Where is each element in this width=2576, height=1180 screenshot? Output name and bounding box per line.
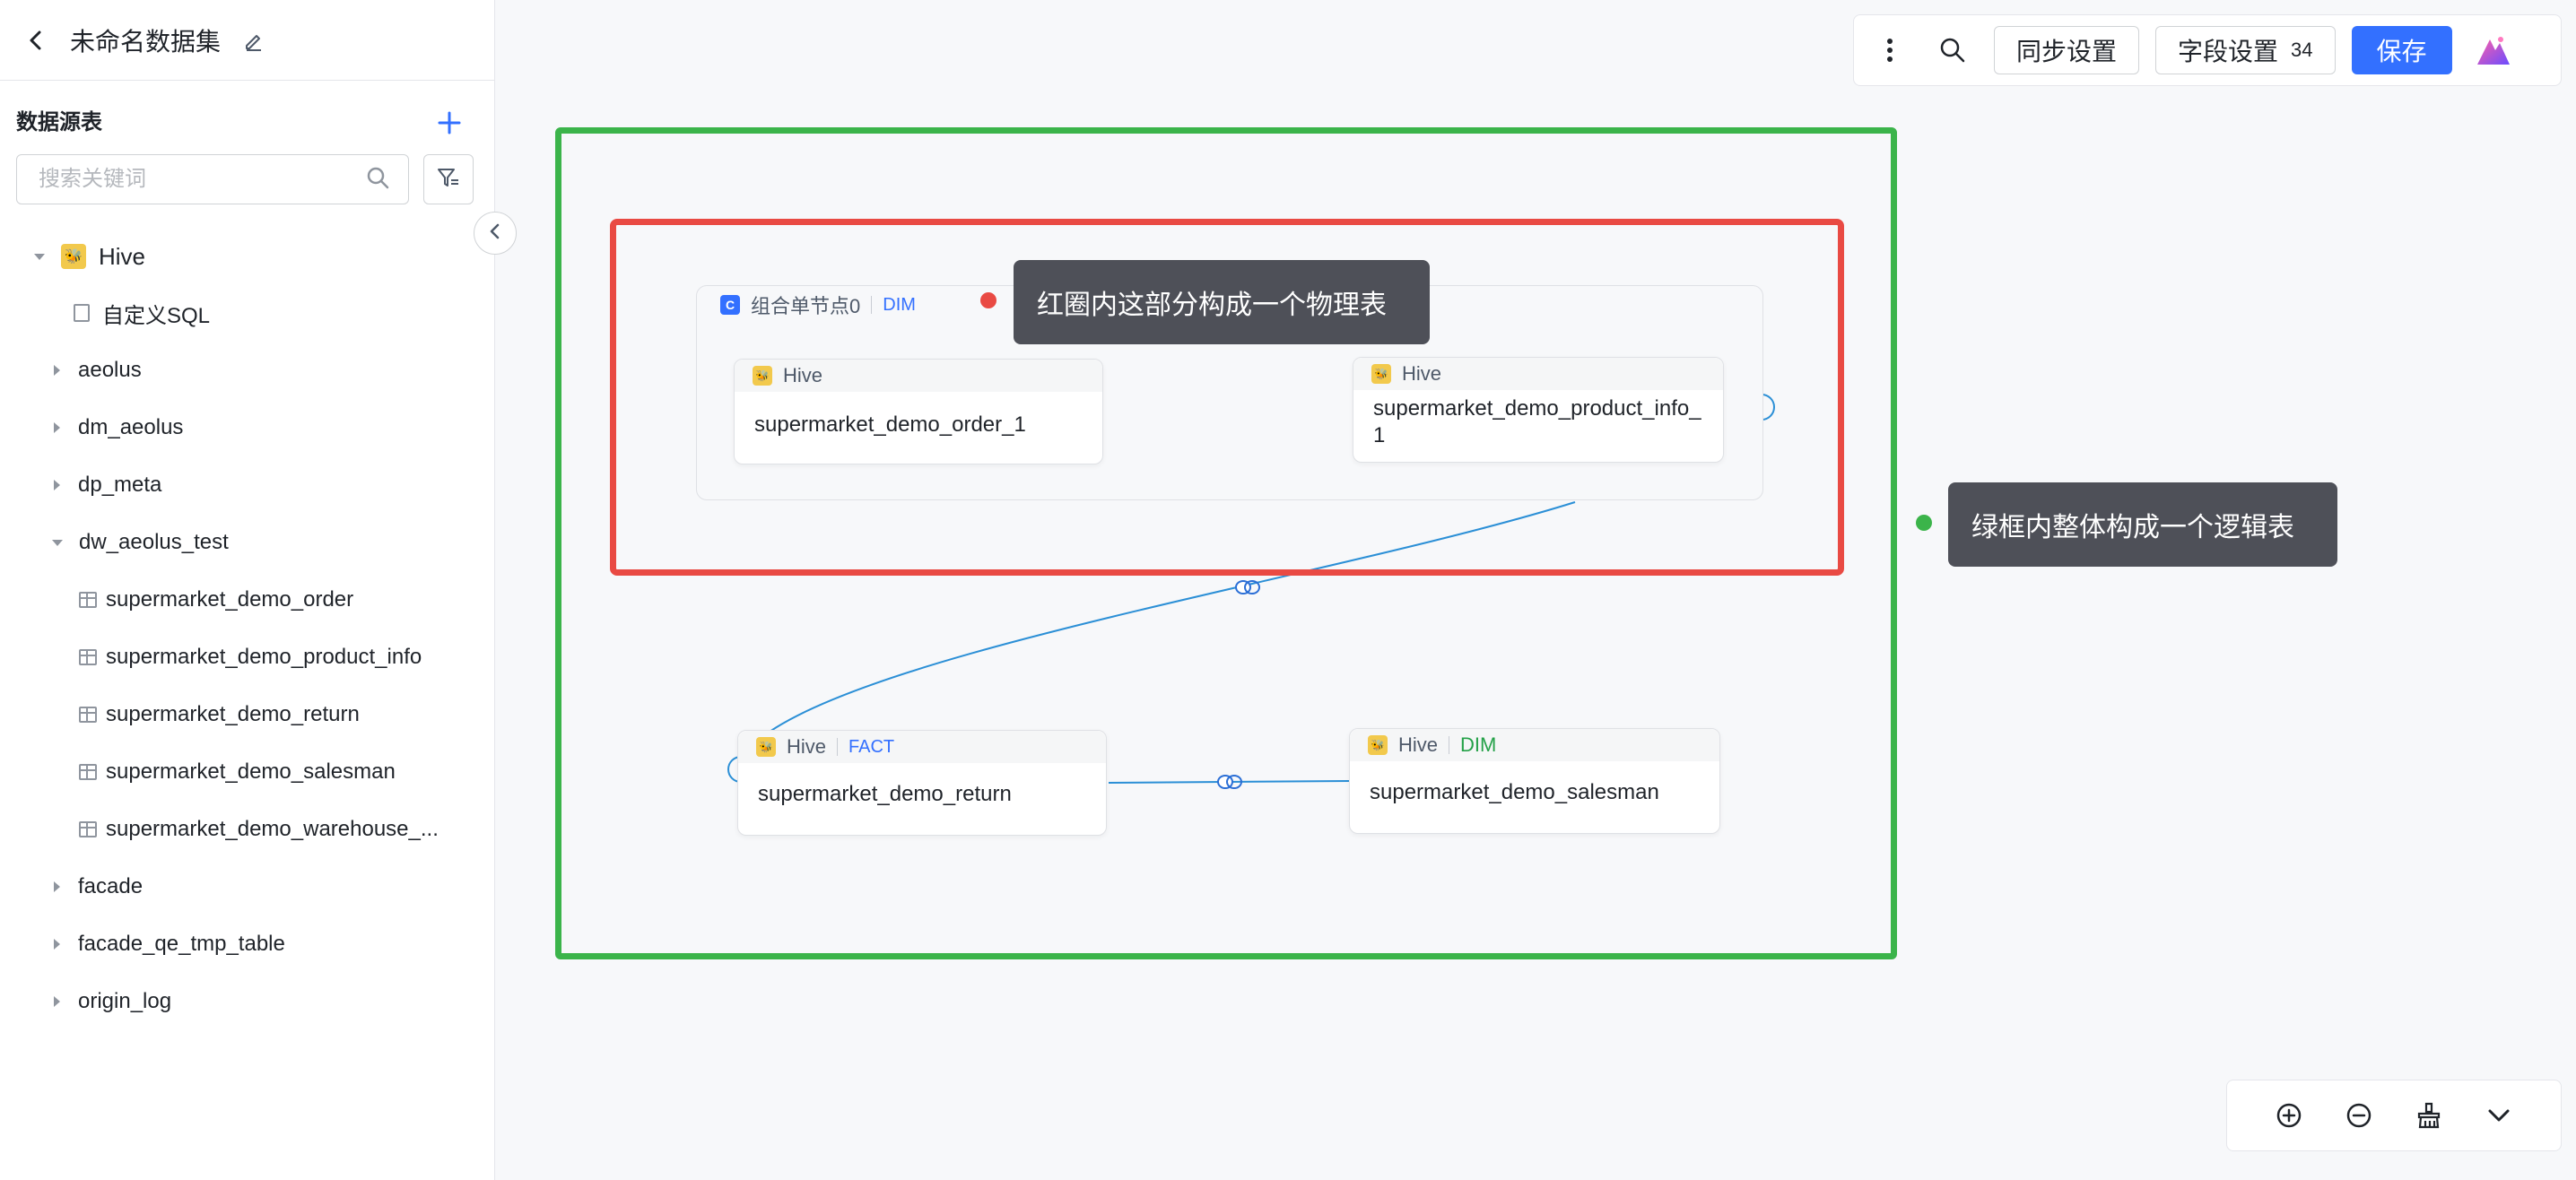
clean-layout-icon[interactable] <box>2409 1096 2449 1135</box>
physical-table-annotation: 红圈内这部分构成一个物理表 <box>1014 260 1430 344</box>
green-annotation-dot <box>1916 515 1932 531</box>
zoom-controls <box>2226 1080 2562 1151</box>
annotation-text: 绿框内整体构成一个逻辑表 <box>1971 513 2294 542</box>
annotation-text: 红圈内这部分构成一个物理表 <box>1037 291 1387 320</box>
chevron-left-icon <box>487 222 503 245</box>
chevron-down-icon[interactable] <box>2479 1096 2519 1135</box>
collapse-sidebar-button[interactable] <box>474 212 517 255</box>
red-annotation-dot <box>980 292 996 308</box>
logical-table-annotation: 绿框内整体构成一个逻辑表 <box>1948 482 2337 567</box>
zoom-out-icon[interactable] <box>2339 1096 2379 1135</box>
zoom-in-icon[interactable] <box>2269 1096 2309 1135</box>
